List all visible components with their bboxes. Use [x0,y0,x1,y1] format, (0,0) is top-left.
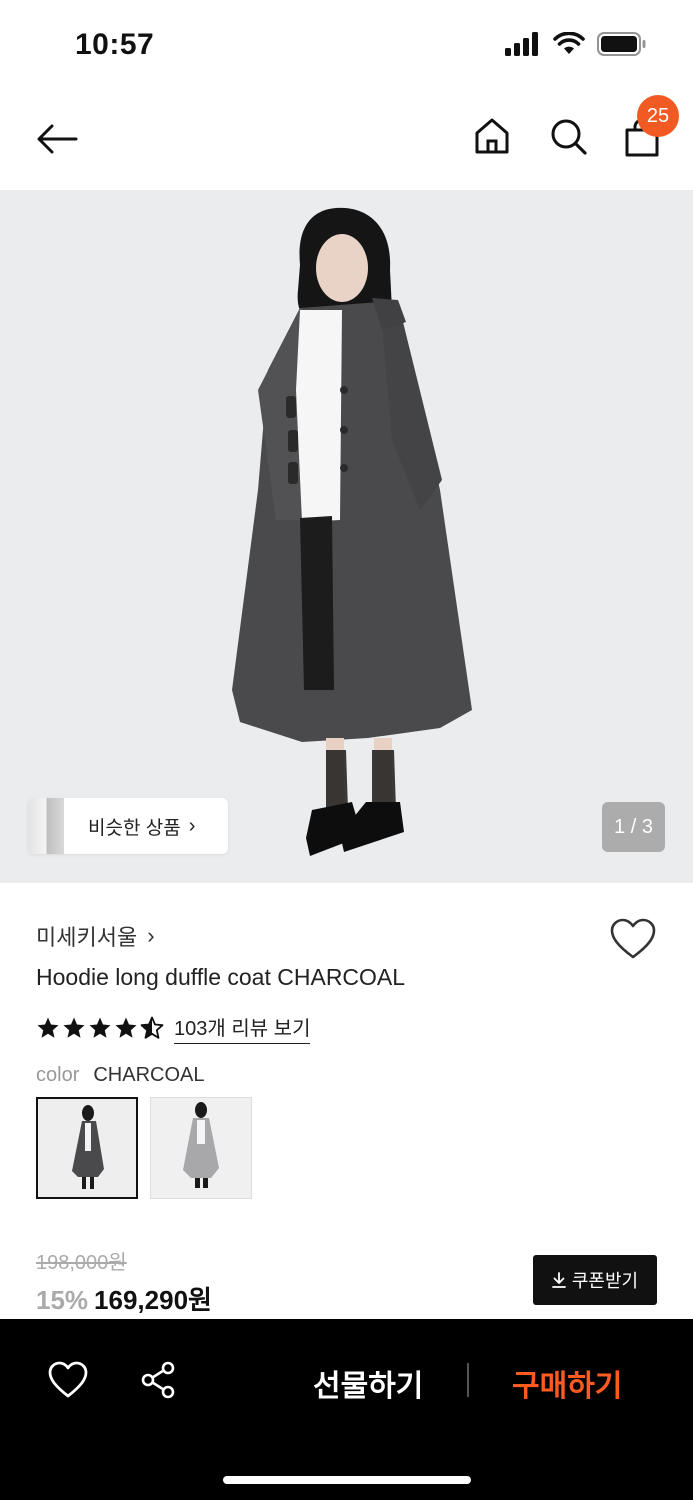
color-option-row: color CHARCOAL [36,1064,205,1087]
brand-link[interactable]: 미세키서울 › [36,920,155,952]
rating-row: 103개 리뷰 보기 [36,1012,311,1044]
chevron-right-icon: › [147,923,155,948]
star-full-icon [37,1017,59,1038]
bottom-action-bar: 선물하기 구매하기 [0,1319,693,1500]
product-title: Hoodie long duffle coat CHARCOAL [36,964,406,990]
share-icon[interactable] [140,1361,178,1399]
battery-icon [597,32,646,56]
star-half-icon [140,1016,164,1039]
similar-product-thumbnail [28,798,64,854]
charcoal-coat-thumbnail [38,1099,136,1197]
coupon-download-button[interactable]: 쿠폰받기 [533,1255,657,1305]
review-link[interactable]: 103개 리뷰 보기 [174,1012,311,1044]
price-row: 15% 169,290원 [36,1280,212,1317]
sale-price: 169,290원 [94,1285,212,1315]
heart-icon[interactable] [48,1361,88,1399]
signal-icon [505,32,538,56]
star-full-icon [89,1017,111,1038]
star-full-icon [115,1017,137,1038]
wifi-icon [553,32,585,54]
product-main-image[interactable] [0,190,693,883]
color-swatch-grey[interactable] [150,1097,252,1199]
color-swatch-charcoal[interactable] [36,1097,138,1199]
color-label: color [36,1064,80,1086]
status-time: 10:57 [75,28,155,61]
model-wearing-coat-image [0,190,693,883]
action-divider [467,1363,469,1397]
star-full-icon [63,1017,85,1038]
coupon-label: 쿠폰받기 [571,1271,639,1291]
similar-products-label: 비슷한 상품 [88,817,181,839]
top-nav-bar: 25 [0,90,693,190]
grey-coat-thumbnail [151,1098,251,1198]
gift-button[interactable]: 선물하기 [313,1361,423,1405]
home-icon[interactable] [472,116,512,156]
download-icon [551,1272,566,1288]
brand-name: 미세키서울 [36,925,138,950]
search-icon[interactable] [548,116,588,156]
color-value: CHARCOAL [93,1064,205,1086]
status-bar: 10:57 [0,0,693,90]
image-page-indicator: 1 / 3 [602,802,665,852]
rating-stars [36,1016,164,1040]
chevron-right-icon: › [188,814,196,837]
wishlist-heart-icon[interactable] [610,918,656,960]
cart-count-badge: 25 [637,95,679,137]
discount-rate: 15% [36,1285,89,1315]
back-arrow-icon[interactable] [34,116,80,162]
similar-products-button[interactable]: 비슷한 상품 › [28,798,228,854]
original-price: 198,000원 [36,1252,127,1274]
status-icons [505,32,647,56]
home-indicator [223,1476,471,1484]
buy-button[interactable]: 구매하기 [512,1361,622,1405]
